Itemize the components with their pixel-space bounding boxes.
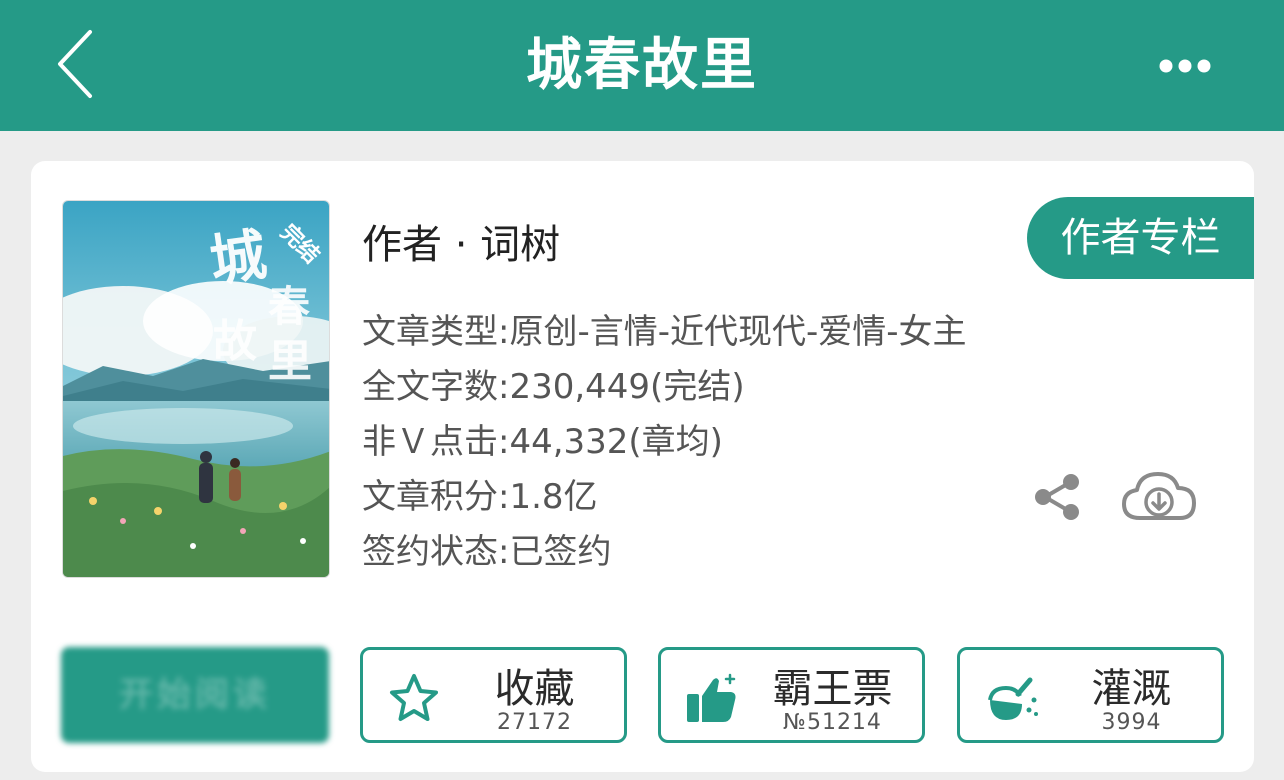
info-score: 文章积分:1.8亿: [362, 477, 598, 517]
book-cover-illustration: 城 春 故 里 完结: [63, 201, 329, 577]
more-button[interactable]: [1150, 44, 1220, 88]
svg-text:城: 城: [206, 222, 271, 295]
thumbs-up-icon: [687, 673, 736, 722]
info-category: 文章类型:原创-言情-近代现代-爱情-女主: [362, 312, 967, 352]
water-label: 灌溉: [1091, 666, 1172, 712]
svg-text:春: 春: [268, 282, 310, 331]
read-button[interactable]: 开始阅读: [61, 647, 329, 743]
info-word-count: 全文字数:230,449(完结): [362, 367, 745, 407]
favorite-button[interactable]: 收藏 27172: [360, 647, 627, 743]
chevron-left-icon: [58, 30, 92, 98]
water-button[interactable]: 灌溉 3994: [957, 647, 1224, 743]
cloud-download-icon: [1122, 472, 1196, 520]
book-info-list: 文章类型:原创-言情-近代现代-爱情-女主 全文字数:230,449(完结) 非…: [362, 305, 967, 580]
favorite-count: 27172: [497, 710, 572, 735]
book-cover[interactable]: 城 春 故 里 完结: [62, 200, 330, 578]
svg-text:故: 故: [213, 316, 257, 367]
author-name[interactable]: 作者 · 词树: [362, 212, 560, 270]
author-column-button[interactable]: 作者专栏: [1027, 197, 1254, 279]
back-button[interactable]: [48, 26, 108, 102]
vote-button[interactable]: 霸王票 №51214: [658, 647, 925, 743]
flask-icon: [988, 677, 1038, 720]
vote-label: 霸王票: [772, 666, 893, 712]
water-count: 3994: [1101, 710, 1162, 735]
vote-count: №51214: [783, 710, 882, 735]
share-icon: [1035, 474, 1079, 520]
info-clicks: 非Ｖ点击:44,332(章均): [362, 422, 723, 462]
svg-text:里: 里: [268, 336, 312, 387]
star-icon: [390, 674, 438, 721]
share-button[interactable]: [1030, 470, 1084, 524]
download-button[interactable]: [1120, 468, 1198, 526]
more-horizontal-icon: [1159, 59, 1211, 73]
info-sign-status: 签约状态:已签约: [362, 532, 612, 572]
favorite-label: 收藏: [494, 666, 575, 712]
top-bar: [0, 0, 1284, 131]
